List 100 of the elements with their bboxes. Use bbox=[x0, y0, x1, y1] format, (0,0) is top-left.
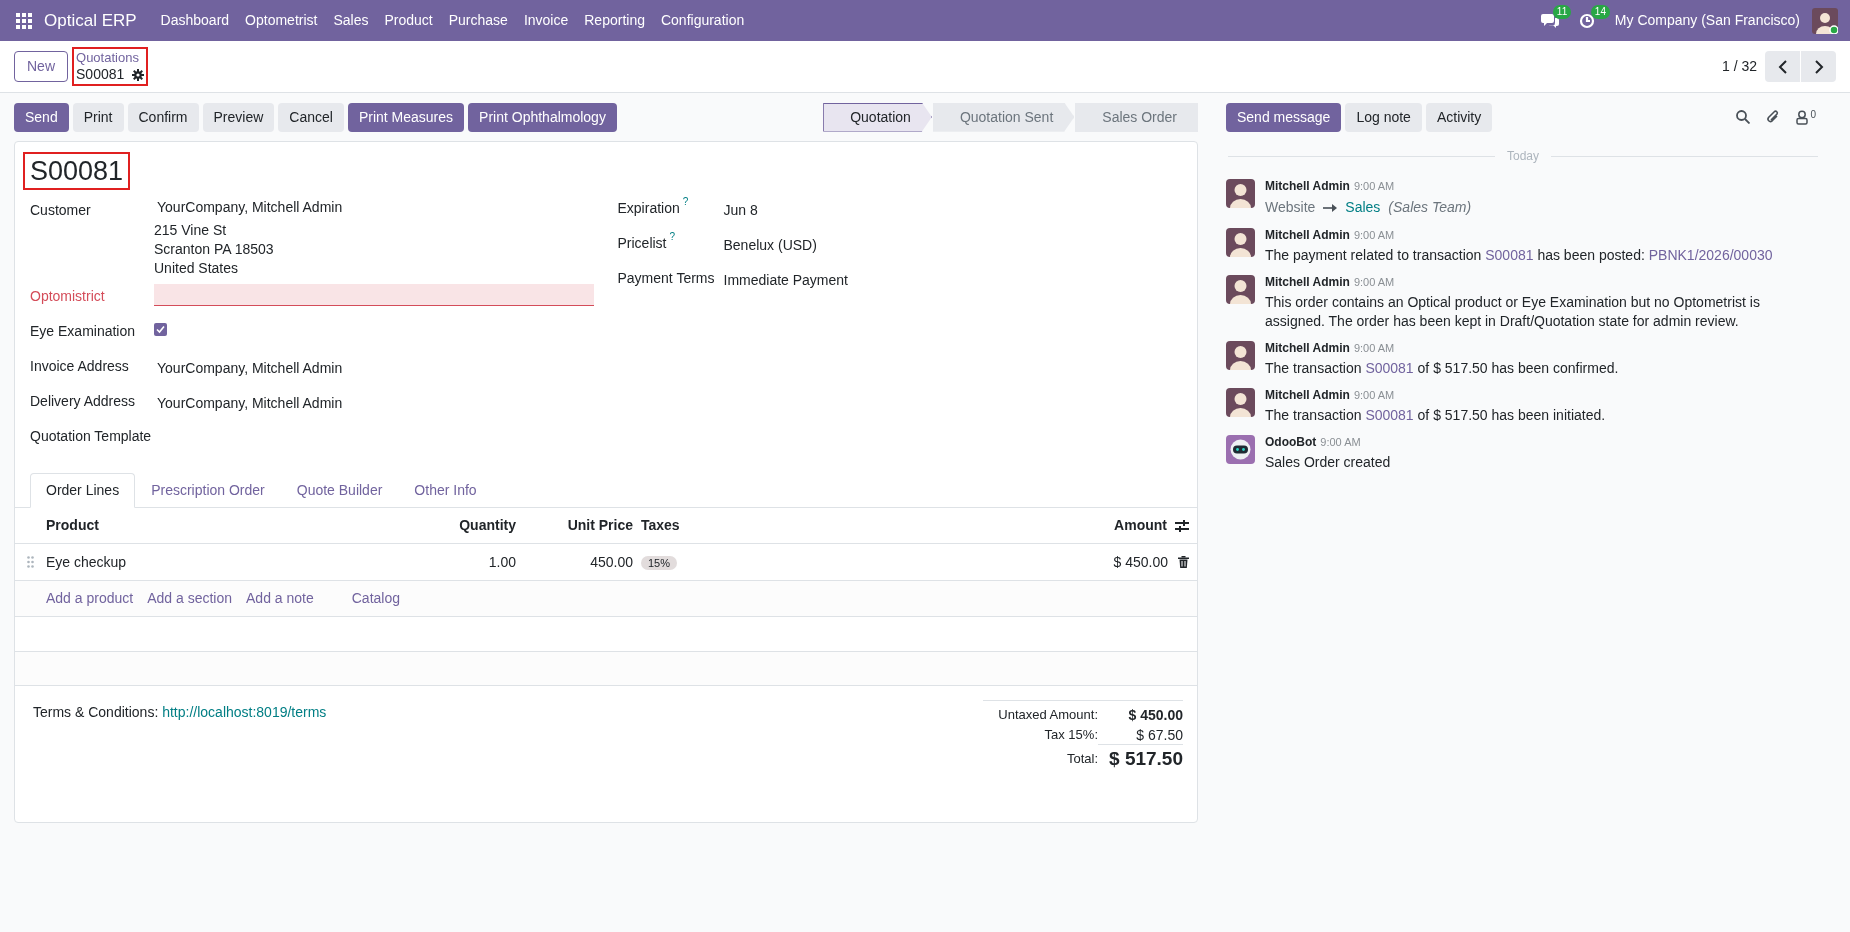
message-author[interactable]: Mitchell Admin bbox=[1265, 273, 1350, 291]
old-value: Website bbox=[1265, 198, 1316, 217]
terms-text: Terms & Conditions: http://localhost:8019/terms bbox=[33, 703, 327, 722]
tax-tag: 15% bbox=[641, 555, 678, 570]
drag-handle-icon[interactable] bbox=[27, 556, 34, 568]
menu-item[interactable]: Optometrist bbox=[237, 10, 326, 31]
tab[interactable]: Order Lines bbox=[30, 473, 136, 508]
menu-item[interactable]: Invoice bbox=[515, 10, 577, 31]
message-author[interactable]: Mitchell Admin bbox=[1265, 177, 1350, 195]
field-name: (Sales Team) bbox=[1388, 198, 1472, 217]
total-value: $ 517.50 bbox=[1098, 744, 1183, 774]
menu-item[interactable]: Configuration bbox=[652, 10, 753, 31]
table-cell-text: Eye checkup bbox=[46, 552, 128, 572]
bot-avatar[interactable] bbox=[1226, 435, 1255, 464]
message-link[interactable]: S00081 bbox=[1365, 407, 1414, 423]
column-header[interactable]: Product bbox=[46, 515, 436, 536]
terms-link[interactable]: http://localhost:8019/terms bbox=[162, 704, 327, 720]
menu-item[interactable]: Sales bbox=[325, 10, 377, 31]
gear-icon[interactable] bbox=[132, 68, 145, 81]
status-step[interactable]: Quotation Sent bbox=[932, 102, 1075, 132]
field-label: Optomistrict bbox=[30, 287, 106, 306]
chatter-button[interactable]: Send message bbox=[1226, 102, 1342, 132]
message-time: 9:00 AM bbox=[1320, 435, 1361, 450]
message-text: The transaction S00081 of $ 517.50 has been confirmed. bbox=[1265, 359, 1620, 378]
menu-item[interactable]: Purchase bbox=[440, 10, 516, 31]
message-author[interactable]: Mitchell Admin bbox=[1265, 386, 1350, 404]
pager-value: 1 / 32 bbox=[1721, 57, 1757, 76]
chat-icon[interactable] bbox=[1540, 12, 1559, 29]
status-step[interactable]: Quotation bbox=[823, 102, 932, 132]
user-avatar[interactable] bbox=[1226, 179, 1255, 208]
user-avatar[interactable] bbox=[1226, 341, 1255, 370]
menu-item[interactable]: Product bbox=[376, 10, 441, 31]
chevron-right-icon[interactable] bbox=[1813, 59, 1824, 74]
column-header[interactable]: Amount bbox=[1047, 515, 1167, 536]
user-avatar[interactable] bbox=[1226, 275, 1255, 304]
action-button[interactable]: Preview bbox=[202, 102, 275, 132]
chatter-button[interactable]: Log note bbox=[1345, 102, 1422, 132]
menu-item[interactable]: Dashboard bbox=[152, 10, 238, 31]
field-label: Quotation Template bbox=[30, 427, 153, 446]
column-settings-icon[interactable] bbox=[1175, 519, 1189, 532]
input-field[interactable] bbox=[154, 284, 594, 306]
field-value: Jun 8 bbox=[723, 201, 758, 220]
message-link[interactable]: S00081 bbox=[1365, 360, 1414, 376]
help-tooltip[interactable]: ? bbox=[682, 196, 689, 208]
message-time: 9:00 AM bbox=[1353, 179, 1395, 194]
company-switcher[interactable]: My Company (San Francisco) bbox=[1614, 10, 1800, 31]
message-text: The payment related to transaction S00081 has been posted: PBNK1/2026/00030 bbox=[1265, 246, 1774, 265]
field-label: Payment Terms bbox=[617, 269, 715, 288]
add-line-link[interactable]: Catalog bbox=[351, 588, 400, 609]
paperclip-icon[interactable] bbox=[1766, 109, 1781, 125]
search-icon[interactable] bbox=[1736, 110, 1751, 124]
app-name[interactable]: Optical ERP bbox=[44, 7, 137, 34]
column-header[interactable]: Taxes bbox=[633, 515, 1047, 536]
person-icon[interactable] bbox=[1796, 109, 1809, 125]
add-line-link[interactable]: Add a product bbox=[46, 588, 134, 609]
chatter-button[interactable]: Activity bbox=[1425, 102, 1493, 132]
delete-icon[interactable] bbox=[1178, 556, 1189, 568]
tab[interactable]: Quote Builder bbox=[280, 473, 399, 508]
action-button[interactable]: Print Ophthalmology bbox=[468, 102, 617, 132]
clock-icon[interactable] bbox=[1578, 12, 1595, 29]
message-link[interactable]: S00081 bbox=[1485, 247, 1534, 263]
user-avatar[interactable] bbox=[1226, 388, 1255, 417]
help-tooltip[interactable]: ? bbox=[669, 231, 676, 243]
tab[interactable]: Prescription Order bbox=[135, 473, 281, 508]
next-button[interactable] bbox=[1801, 51, 1836, 82]
breadcrumb-link[interactable]: Quotations bbox=[76, 49, 145, 66]
action-button[interactable]: Send bbox=[14, 102, 69, 132]
count-badge: 11 bbox=[1552, 4, 1572, 19]
message-author[interactable]: Mitchell Admin bbox=[1265, 226, 1350, 244]
menu-item[interactable]: Reporting bbox=[576, 10, 653, 31]
add-line-link[interactable]: Add a section bbox=[147, 588, 232, 609]
message-author[interactable]: Mitchell Admin bbox=[1265, 339, 1350, 357]
field-label: Eye Examination bbox=[30, 322, 137, 341]
message-author[interactable]: OdooBot bbox=[1265, 433, 1317, 451]
table-cell-text: 1.00 bbox=[487, 552, 516, 572]
field-label: Invoice Address bbox=[30, 357, 130, 376]
total-label: Total: bbox=[1066, 750, 1098, 769]
column-header[interactable]: Quantity bbox=[436, 515, 516, 536]
status-step[interactable]: Sales Order bbox=[1075, 102, 1198, 132]
user-avatar[interactable] bbox=[1226, 228, 1255, 257]
action-button[interactable]: Print bbox=[72, 102, 124, 132]
previous-button[interactable] bbox=[1765, 51, 1800, 82]
arrow-icon bbox=[1323, 203, 1338, 212]
app-menu-icon[interactable] bbox=[16, 12, 32, 29]
add-line-link[interactable]: Add a note bbox=[246, 588, 314, 609]
chevron-left-icon[interactable] bbox=[1777, 59, 1788, 74]
field-value: YourCompany, Mitchell Admin bbox=[156, 198, 344, 217]
tab[interactable]: Other Info bbox=[398, 473, 493, 508]
checkbox[interactable] bbox=[154, 323, 167, 336]
message-time: 9:00 AM bbox=[1353, 388, 1395, 403]
field-value: Immediate Payment bbox=[723, 271, 848, 290]
action-button[interactable]: Print Measures bbox=[347, 102, 465, 132]
action-button[interactable]: Cancel bbox=[278, 102, 344, 132]
field-value: YourCompany, Mitchell Admin bbox=[156, 359, 344, 378]
message-link[interactable]: PBNK1/2026/00030 bbox=[1648, 247, 1773, 263]
column-header[interactable]: Unit Price bbox=[516, 515, 633, 536]
date-divider: Today bbox=[1507, 148, 1539, 165]
action-button[interactable]: Confirm bbox=[127, 102, 199, 132]
user-avatar[interactable] bbox=[1812, 7, 1838, 34]
new-button[interactable]: New bbox=[14, 51, 68, 82]
